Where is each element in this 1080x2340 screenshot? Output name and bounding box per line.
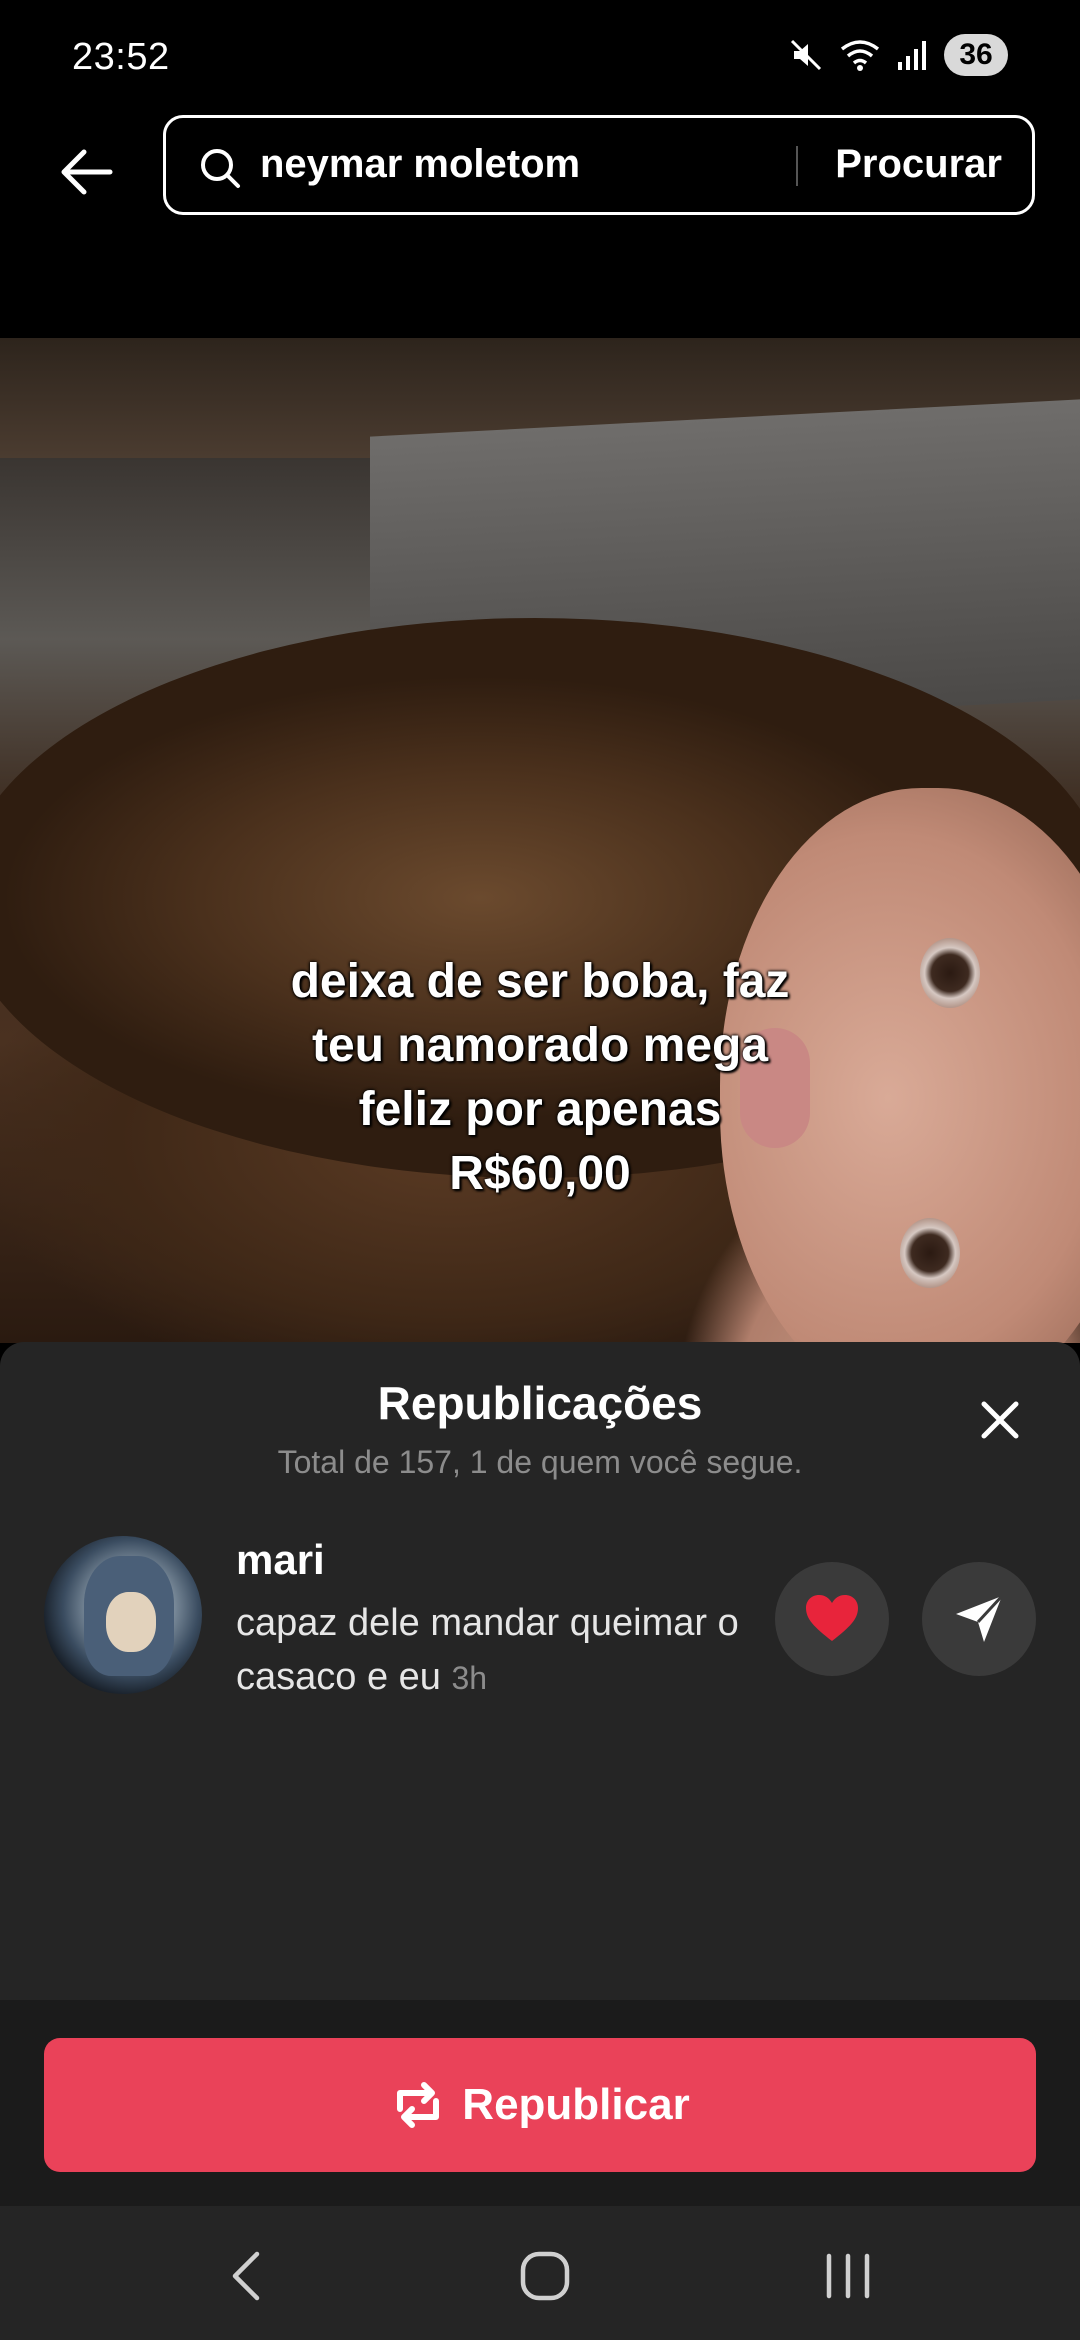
comment-text: capaz dele mandar queimar o casaco e eu — [236, 1602, 739, 1698]
search-divider — [796, 146, 798, 186]
recents-icon — [826, 2253, 870, 2299]
close-icon — [981, 1401, 1019, 1439]
repost-bar: Republicar — [0, 2000, 1080, 2206]
video-eye — [920, 938, 980, 1008]
sheet-subtitle: Total de 157, 1 de quem você segue. — [277, 1444, 803, 1480]
heart-icon — [806, 1595, 858, 1641]
status-bar: 23:52 36 — [0, 0, 1080, 110]
search-button[interactable]: Procurar — [835, 142, 1002, 187]
status-time: 23:52 — [72, 36, 170, 78]
back-arrow-icon — [61, 149, 113, 195]
nav-recents-button[interactable] — [808, 2236, 888, 2316]
wifi-icon — [838, 37, 882, 73]
video-eye — [900, 1218, 960, 1288]
send-button[interactable] — [922, 1562, 1036, 1676]
nav-back-button[interactable] — [205, 2236, 285, 2316]
video-player[interactable]: deixa de ser boba, faz teu namorado mega… — [0, 338, 1080, 1343]
like-button[interactable] — [775, 1562, 889, 1676]
caption-line: deixa de ser boba, faz — [290, 955, 790, 1008]
search-input[interactable]: neymar moletom — [260, 142, 580, 187]
signal-icon — [896, 38, 930, 72]
system-nav-bar — [0, 2206, 1080, 2340]
repost-label: Republicar — [462, 2080, 690, 2129]
comment-time: 3h — [451, 1660, 488, 1696]
search-header: neymar moletom Procurar — [0, 110, 1080, 340]
repost-icon — [397, 2082, 440, 2128]
repost-button[interactable]: Republicar — [44, 2038, 1036, 2172]
back-button[interactable] — [44, 130, 128, 214]
list-item[interactable]: mari capaz dele mandar queimar o casaco … — [0, 1532, 1080, 1712]
reposts-sheet: Republicações Total de 157, 1 de quem vo… — [0, 1342, 1080, 2000]
avatar[interactable] — [44, 1536, 202, 1694]
search-icon — [198, 146, 242, 195]
username[interactable]: mari — [236, 1536, 325, 1584]
caption-line: teu namorado mega — [311, 1019, 769, 1072]
home-icon — [520, 2251, 570, 2301]
caption-line: feliz por apenas — [358, 1083, 722, 1136]
battery-indicator: 36 — [944, 34, 1008, 76]
chevron-left-icon — [232, 2251, 260, 2301]
video-caption: deixa de ser boba, faz teu namorado mega… — [240, 950, 840, 1206]
close-button[interactable] — [970, 1390, 1030, 1450]
nav-home-button[interactable] — [505, 2236, 585, 2316]
caption-line: R$60,00 — [449, 1147, 631, 1200]
send-icon — [956, 1594, 1004, 1642]
mute-icon — [788, 37, 824, 73]
search-box[interactable]: neymar moletom Procurar — [163, 115, 1035, 215]
repost-comment: capaz dele mandar queimar o casaco e eu … — [236, 1596, 756, 1705]
sheet-title: Republicações — [377, 1377, 703, 1429]
status-icons: 36 — [788, 34, 1008, 76]
